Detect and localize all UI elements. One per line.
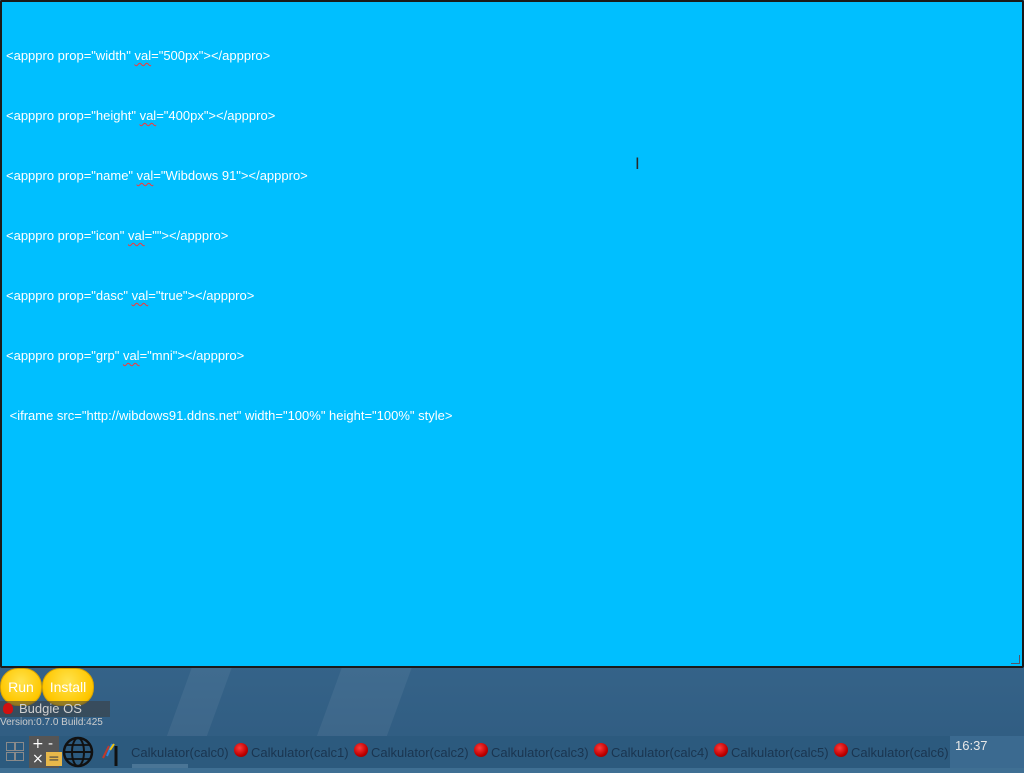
system-tray: 16:37 [950,736,1024,768]
code-line: <apppro prop="name" val="Wibdows 91"></a… [6,168,308,183]
os-brand: Budgie OS [0,701,110,717]
code-line: <apppro prop="height" val="400px"></appp… [6,108,276,123]
taskbar-item-calc1[interactable]: Calkulator(calc1) [248,740,366,766]
globe-icon[interactable] [60,736,96,768]
text-cursor-icon: I [635,154,640,173]
os-name: Budgie OS [19,701,82,716]
os-version: Version:0.7.0 Build:425 [0,717,103,728]
times-icon: × [32,751,44,767]
taskbar-item-calc6[interactable]: Calkulator(calc6) [848,740,948,766]
taskbar-item-calc5[interactable]: Calkulator(calc5) [728,740,846,766]
clock[interactable]: 16:37 [955,738,988,753]
plus-icon: + [32,736,44,752]
code-line: <apppro prop="icon" val=""></apppro> [6,228,229,243]
close-dot-icon[interactable] [594,743,608,757]
taskbar-item-calc3[interactable]: Calkulator(calc3) [488,740,606,766]
minus-icon: - [48,736,54,752]
close-dot-icon[interactable] [234,743,248,757]
budgie-logo-icon [3,703,13,714]
code-line: <apppro prop="width" val="500px"></apppr… [6,48,271,63]
taskbar-item-calc2[interactable]: Calkulator(calc2) [368,740,486,766]
code-line: <apppro prop="dasc" val="true"></apppro> [6,288,255,303]
active-task-indicator [132,764,188,768]
wallpaper-streak [316,664,414,736]
close-dot-icon[interactable] [714,743,728,757]
close-dot-icon[interactable] [354,743,368,757]
paint-brush-icon[interactable] [97,736,123,768]
apps-grid-icon[interactable] [2,736,28,768]
code-line: <iframe src="http://wibdows91.ddns.net" … [6,408,453,423]
taskbar-item-calc4[interactable]: Calkulator(calc4) [608,740,726,766]
wallpaper-streak [166,664,234,736]
close-dot-icon[interactable] [474,743,488,757]
close-dot-icon[interactable] [834,743,848,757]
code-line: <apppro prop="grp" val="mni"></apppro> [6,348,245,363]
code-text-area[interactable]: <apppro prop="width" val="500px"></apppr… [6,6,1018,662]
calculator-icon[interactable]: + - × = [29,736,62,768]
resize-grip-icon[interactable] [1011,655,1020,664]
taskbar-item-calc0[interactable]: Calkulator(calc0) [128,740,246,766]
code-editor[interactable]: <apppro prop="width" val="500px"></apppr… [0,0,1024,668]
